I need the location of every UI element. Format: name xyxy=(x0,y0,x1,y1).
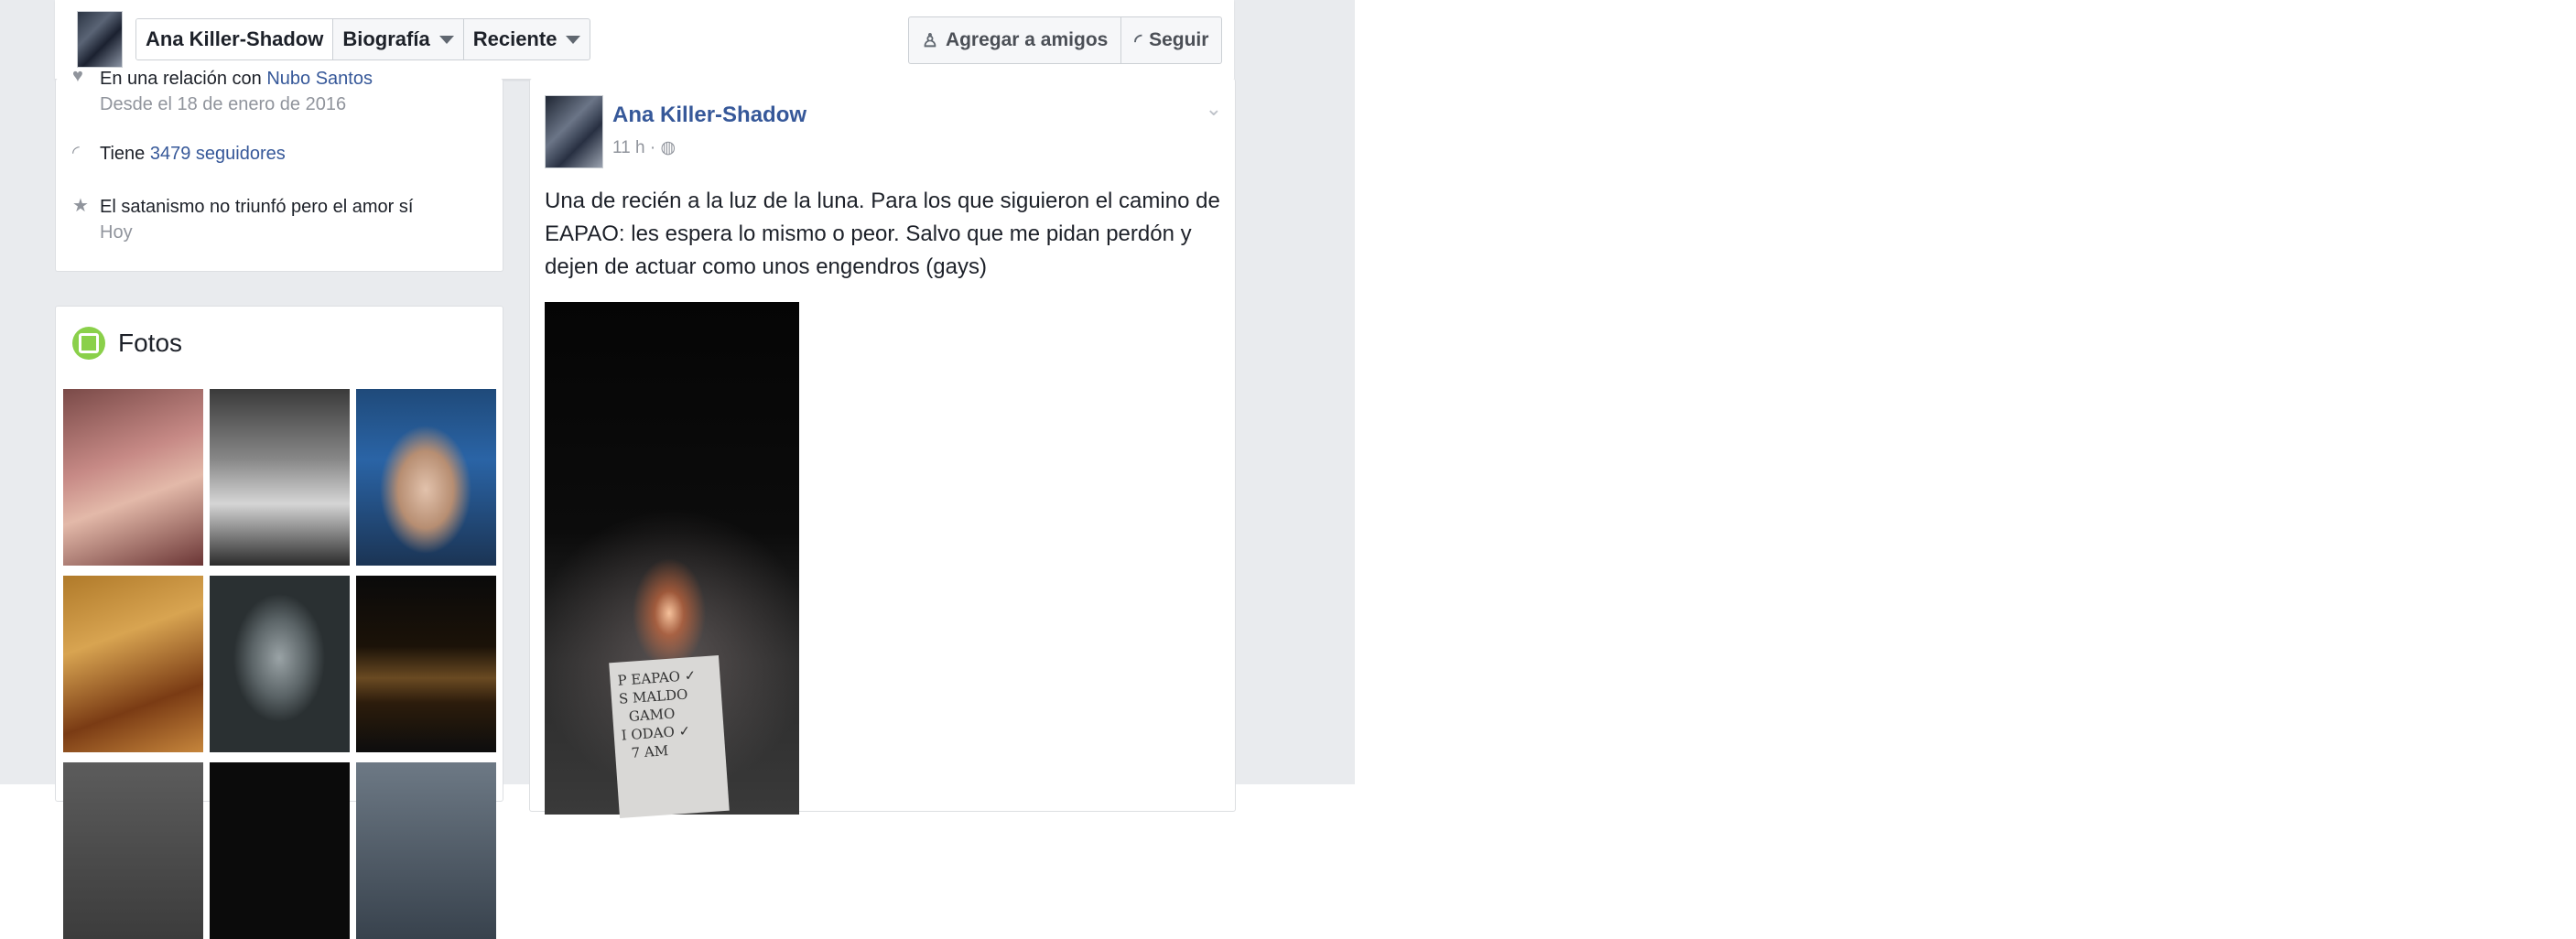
add-friend-icon: ♙ xyxy=(922,30,938,51)
followers-prefix: Tiene xyxy=(100,144,150,164)
profile-thumbnail[interactable] xyxy=(77,11,123,68)
star-icon: ★ xyxy=(72,196,89,216)
photos-title[interactable]: Fotos xyxy=(118,329,182,358)
followers-link[interactable]: 3479 seguidores xyxy=(150,144,286,164)
chevron-down-icon xyxy=(438,35,454,44)
add-friend-button[interactable]: ♙ Agregar a amigos xyxy=(909,17,1122,63)
photos-header: Fotos xyxy=(72,327,182,360)
biography-dropdown[interactable]: Biografía xyxy=(333,19,464,59)
post-options-chevron-icon[interactable]: ⌄ xyxy=(1206,97,1222,121)
life-event-text[interactable]: El satanismo no triunfó pero el amor sí xyxy=(100,194,413,220)
life-event-row: ★ El satanismo no triunfó pero el amor s… xyxy=(72,194,413,245)
post-card: Ana Killer-Shadow 11 h · ◍ ⌄ Una de reci… xyxy=(529,79,1236,818)
profile-actions: ♙ Agregar a amigos ◜ Seguir xyxy=(908,16,1223,64)
globe-icon: ◍ xyxy=(660,138,676,157)
profile-name-link[interactable]: Ana Killer-Shadow xyxy=(136,19,334,59)
rss-icon: ◜ xyxy=(72,143,80,163)
post-photo[interactable]: P EAPAO ✓ S MALDO GAMO I ODAO ✓ 7 AM xyxy=(545,302,799,818)
photo-thumbnail[interactable] xyxy=(63,576,203,752)
follow-button[interactable]: ◜ Seguir xyxy=(1121,17,1221,63)
chevron-down-icon xyxy=(566,35,581,44)
intro-card: ♥ En una relación con Nubo Santos Desde … xyxy=(55,66,503,272)
photos-icon xyxy=(72,327,105,360)
heart-icon: ♥ xyxy=(72,66,83,86)
photo-thumbnail[interactable] xyxy=(210,389,350,566)
rss-icon: ◜ xyxy=(1134,30,1142,51)
post-text: Una de recién a la luz de la luna. Para … xyxy=(545,189,1220,279)
relationship-row: ♥ En una relación con Nubo Santos Desde … xyxy=(72,66,373,117)
relationship-since: Desde el 18 de enero de 2016 xyxy=(100,94,347,114)
relationship-text: En una relación con xyxy=(100,69,267,89)
photos-card: Fotos xyxy=(55,306,503,939)
post-author-name[interactable]: Ana Killer-Shadow xyxy=(612,103,806,128)
post-timestamp[interactable]: 11 h · ◍ xyxy=(612,137,676,158)
photo-thumbnail[interactable] xyxy=(210,762,350,939)
photo-thumbnail[interactable] xyxy=(356,576,496,752)
photo-thumbnail[interactable] xyxy=(356,389,496,566)
recent-dropdown[interactable]: Reciente xyxy=(464,19,590,59)
handwritten-note: P EAPAO ✓ S MALDO GAMO I ODAO ✓ 7 AM xyxy=(609,655,730,818)
profile-nav-segment: Ana Killer-Shadow Biografía Reciente xyxy=(135,18,591,60)
relationship-partner-link[interactable]: Nubo Santos xyxy=(266,69,373,89)
photo-thumbnail[interactable] xyxy=(356,762,496,939)
followers-row: ◜ Tiene 3479 seguidores xyxy=(72,141,286,167)
post-author-avatar[interactable] xyxy=(545,95,603,168)
photo-thumbnail[interactable] xyxy=(63,762,203,939)
life-event-date: Hoy xyxy=(100,222,133,243)
photo-thumbnail[interactable] xyxy=(210,576,350,752)
photo-thumbnail[interactable] xyxy=(63,389,203,566)
